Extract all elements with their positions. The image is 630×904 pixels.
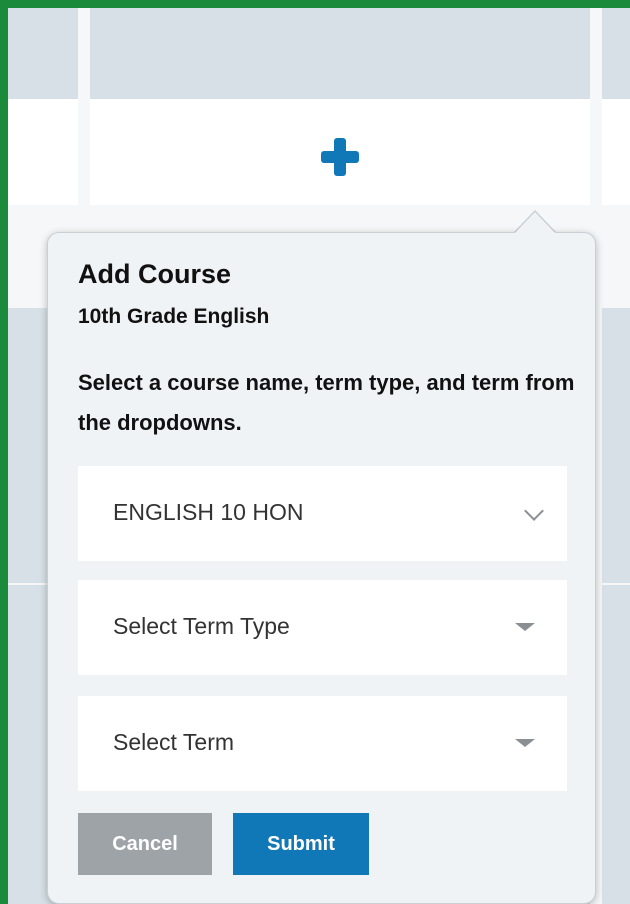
popover-instruction: Select a course name, term type, and ter…: [78, 370, 575, 435]
popover-subtitle: 10th Grade English: [78, 305, 270, 328]
add-course-popover: Add Course 10th Grade English Select a c…: [47, 232, 596, 904]
course-name-select[interactable]: ENGLISH 10 HON: [78, 466, 567, 561]
term-type-select[interactable]: Select Term Type: [78, 580, 567, 675]
course-name-value: ENGLISH 10 HON: [113, 499, 304, 525]
term-select[interactable]: Select Term: [78, 696, 567, 791]
grid-add-row: [8, 99, 630, 205]
grid-header-row: [8, 8, 630, 99]
popover-arrow-fill: [514, 212, 556, 234]
caret-down-icon: [515, 739, 535, 747]
term-placeholder: Select Term: [113, 729, 235, 755]
submit-button[interactable]: Submit: [233, 813, 369, 875]
chevron-down-icon: [524, 501, 544, 521]
term-type-placeholder: Select Term Type: [113, 613, 290, 639]
popover-title: Add Course: [78, 259, 232, 289]
schedule-grid: Add Course 10th Grade English Select a c…: [8, 8, 630, 904]
cancel-button[interactable]: Cancel: [78, 813, 212, 875]
caret-down-icon: [515, 623, 535, 631]
plus-icon[interactable]: [321, 138, 359, 176]
